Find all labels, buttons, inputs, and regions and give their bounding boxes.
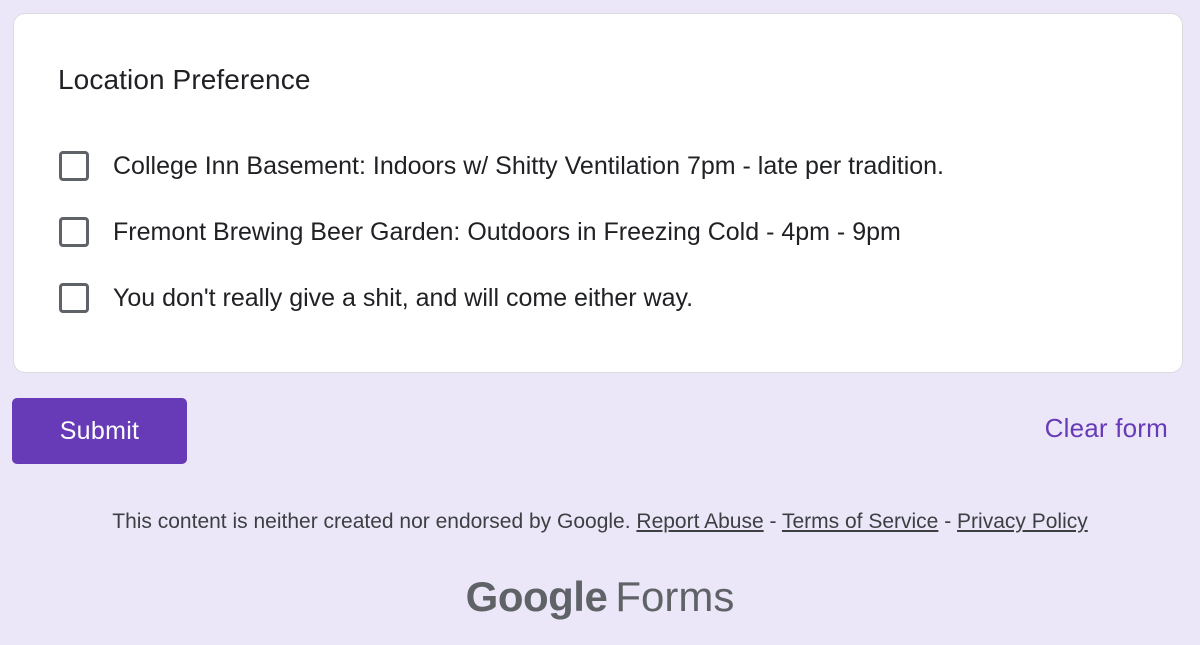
option-college-inn[interactable]: College Inn Basement: Indoors w/ Shitty …	[59, 146, 944, 186]
privacy-policy-link[interactable]: Privacy Policy	[957, 510, 1088, 533]
checkbox-icon[interactable]	[59, 217, 89, 247]
option-label: You don't really give a shit, and will c…	[113, 283, 694, 312]
footer-separator: -	[944, 510, 952, 533]
brand-google: Google	[465, 573, 608, 620]
question-card: Location Preference College Inn Basement…	[13, 13, 1183, 373]
terms-of-service-link[interactable]: Terms of Service	[782, 510, 938, 533]
option-label: Fremont Brewing Beer Garden: Outdoors in…	[113, 217, 901, 246]
footer-separator: -	[769, 510, 777, 533]
option-either-way[interactable]: You don't really give a shit, and will c…	[59, 278, 693, 318]
checkbox-icon[interactable]	[59, 151, 89, 181]
brand-forms: Forms	[615, 573, 735, 620]
clear-form-button[interactable]: Clear form	[1045, 413, 1168, 444]
google-forms-logo[interactable]: Google Forms	[0, 573, 1200, 621]
footer: This content is neither created nor endo…	[0, 510, 1200, 534]
checkbox-icon[interactable]	[59, 283, 89, 313]
question-title: Location Preference	[58, 64, 311, 95]
option-label: College Inn Basement: Indoors w/ Shitty …	[113, 151, 945, 180]
submit-button[interactable]: Submit	[12, 398, 187, 464]
option-fremont-brewing[interactable]: Fremont Brewing Beer Garden: Outdoors in…	[59, 212, 901, 252]
report-abuse-link[interactable]: Report Abuse	[636, 510, 763, 533]
footer-disclaimer: This content is neither created nor endo…	[112, 510, 631, 533]
